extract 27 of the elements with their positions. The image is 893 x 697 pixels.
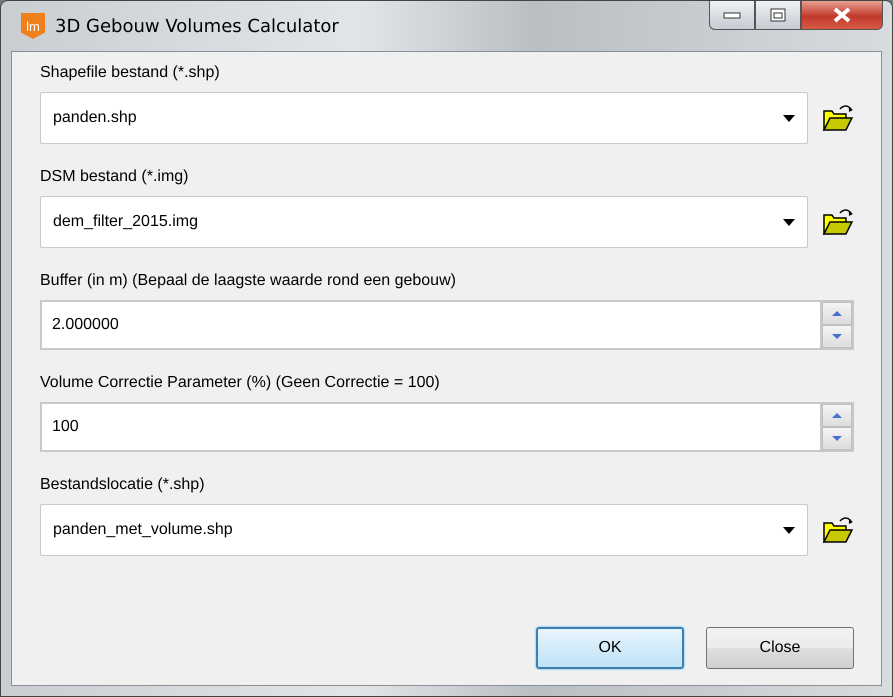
field-label: Buffer (in m) (Bepaal de laagste waarde rond een gebouw): [40, 272, 457, 290]
number-field[interactable]: 2.000000: [40, 300, 820, 350]
close-button[interactable]: [801, 1, 883, 30]
spin-down-button[interactable]: [822, 427, 852, 450]
field-label: Bestandslocatie (*.shp): [40, 476, 206, 494]
minimize-icon: [723, 11, 741, 19]
dropdown-field[interactable]: panden_met_volume.shp: [40, 504, 808, 556]
open-folder-icon[interactable]: [822, 207, 854, 237]
close-icon: [832, 7, 852, 23]
dropdown-field[interactable]: dem_filter_2015.img: [40, 196, 808, 248]
spin-down-button[interactable]: [822, 325, 852, 348]
window-title: 3D Gebouw Volumes Calculator: [55, 16, 339, 36]
maximize-icon: [770, 8, 786, 22]
dialog-button[interactable]: Close: [706, 627, 854, 669]
minimize-button[interactable]: [709, 1, 755, 30]
app-icon: lm: [21, 13, 45, 39]
field-label: DSM bestand (*.img): [40, 168, 190, 186]
open-folder-icon[interactable]: [822, 103, 854, 133]
open-folder-icon[interactable]: [822, 515, 854, 545]
maximize-button[interactable]: [755, 1, 801, 30]
spin-up-button[interactable]: [822, 404, 852, 427]
spin-up-button[interactable]: [822, 302, 852, 325]
field-label: Volume Correctie Parameter (%) (Geen Correctie = 100): [40, 374, 441, 392]
number-field[interactable]: 100: [40, 402, 820, 452]
dropdown-field[interactable]: panden.shp: [40, 92, 808, 144]
dialog-button[interactable]: OK: [536, 627, 684, 669]
field-label: Shapefile bestand (*.shp): [40, 64, 221, 82]
